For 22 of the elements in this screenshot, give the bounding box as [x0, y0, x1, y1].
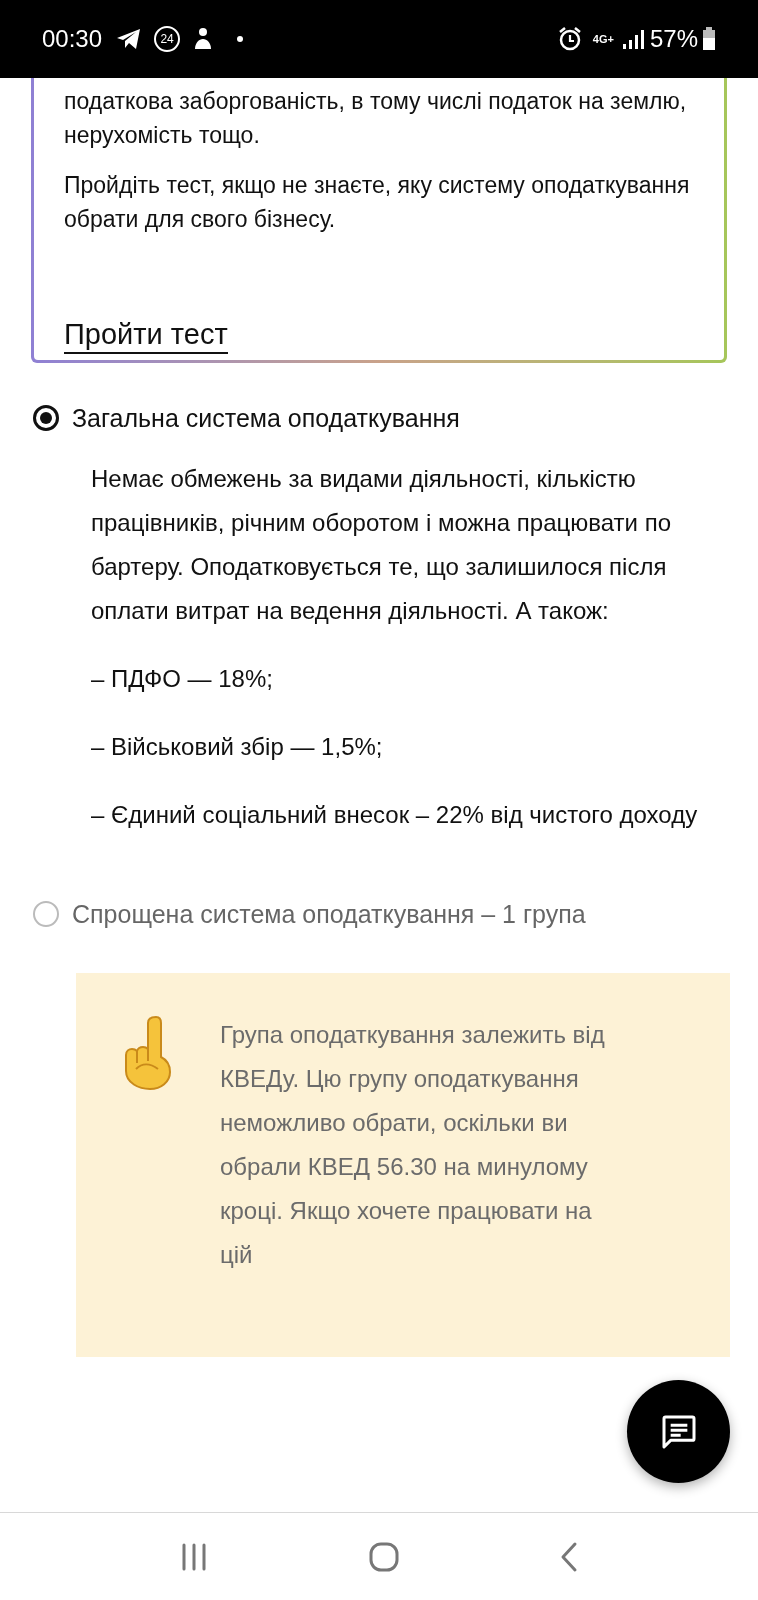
battery-icon — [702, 27, 716, 51]
description-text: – Військовий збір — 1,5%; — [91, 732, 384, 762]
radio-button[interactable] — [33, 901, 59, 927]
description-text: – Єдиний соціальний внесок – 22% від чистого доходу — [91, 800, 699, 830]
notification-badge: 24 — [154, 26, 181, 52]
option-label[interactable]: Загальна система оподаткування — [72, 401, 460, 435]
card-paragraph: податкова заборгованість, в тому числі податок на землю, нерухомість тощо. — [64, 87, 688, 150]
take-test-link[interactable]: Пройти тест — [64, 316, 228, 354]
signal-icon — [621, 28, 644, 50]
clock: 00:30 — [42, 24, 103, 54]
description-text: – ПДФО — 18%; — [91, 664, 274, 694]
network-type: 4G+ — [592, 33, 614, 45]
radio-button[interactable] — [33, 405, 59, 431]
note-text: Група оподаткування залежить від КВЕДу. Цю групу оподаткування неможливо обрати, оскільки ви обрали КВЕД 56.30 на минулому кроці. Якщо хочете працювати на цій — [220, 1020, 606, 1270]
dot-icon — [236, 35, 245, 43]
home-icon[interactable] — [368, 1540, 400, 1573]
description-text: Немає обмежень за видами діяльності, кількістю працівників, річним оборотом і можна працювати по бартеру. Оподатковується те, що залишилося після оплати витрат на ведення діяльності. А також: — [91, 464, 672, 626]
chat-button[interactable] — [627, 1380, 730, 1483]
card-paragraph: Пройдіть тест, якщо не знаєте, яку систему оподаткування обрати для свого бізнесу. — [64, 171, 691, 234]
paper-plane-icon — [116, 28, 143, 50]
option-label[interactable]: Спрощена система оподаткування – 1 група — [72, 897, 586, 931]
battery-percentage: 57% — [649, 24, 698, 54]
